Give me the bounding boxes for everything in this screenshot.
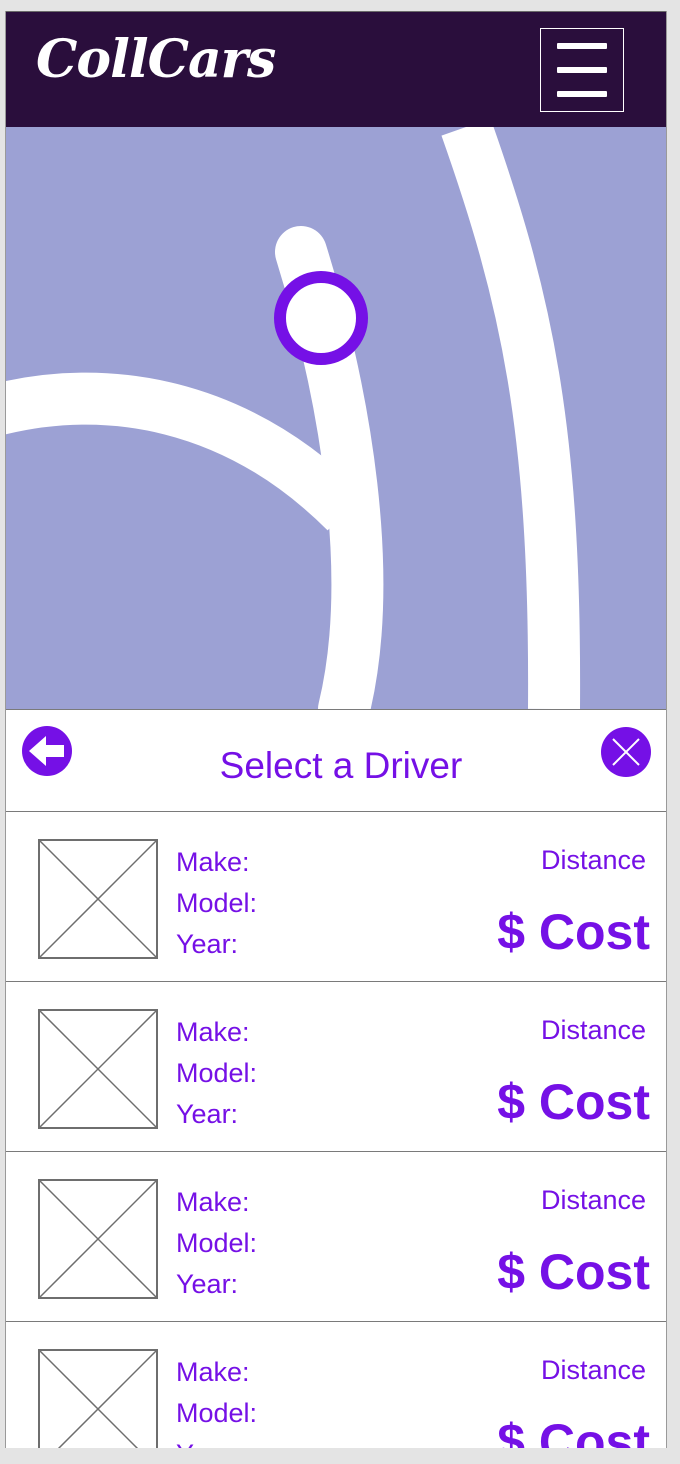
model-label: Model: — [176, 1398, 258, 1428]
app-screen: CollCars Select a Driver Make: Model: Ye… — [5, 11, 667, 1448]
driver-select-panel: Select a Driver Make: Model: Year: Dista… — [6, 709, 666, 1448]
cost-text: $ Cost — [497, 1414, 650, 1448]
make-label: Make: — [176, 1187, 250, 1217]
year-label: Year: — [176, 1099, 239, 1129]
road-left — [6, 372, 365, 531]
driver-list-item[interactable]: Make: Model: Year: Distance $ Cost — [6, 1152, 666, 1322]
make-label: Make: — [176, 1017, 250, 1047]
close-icon — [612, 738, 640, 766]
distance-text: Distance — [540, 1355, 646, 1385]
image-placeholder-icon — [38, 1009, 158, 1129]
year-label: Year: — [176, 1434, 257, 1448]
hamburger-menu-button[interactable] — [540, 28, 624, 112]
app-header: CollCars — [6, 11, 666, 127]
distance-text: Distance — [540, 845, 646, 875]
year-label: Year: — [176, 929, 239, 959]
location-marker-icon[interactable] — [274, 271, 368, 365]
image-placeholder-icon — [38, 1349, 158, 1448]
vehicle-specs: Make: Model: Year: — [176, 842, 257, 965]
driver-list-item[interactable]: Make: Model: Year: Distance $ Cost — [6, 982, 666, 1152]
vehicle-specs: Make: Model: Year: — [176, 1352, 257, 1448]
cost-text: $ Cost — [497, 1074, 650, 1130]
close-button[interactable] — [601, 727, 651, 777]
panel-header: Select a Driver — [6, 710, 666, 812]
driver-list: Make: Model: Year: Distance $ Cost Make:… — [6, 812, 666, 1448]
distance-text: Distance — [540, 1015, 646, 1045]
driver-list-item[interactable]: Make: Model: Year: Distance $ Cost — [6, 1322, 666, 1448]
year-label: Year: — [176, 1269, 239, 1299]
image-placeholder-icon — [38, 1179, 158, 1299]
map-view[interactable] — [6, 127, 666, 709]
image-placeholder-icon — [38, 839, 158, 959]
vehicle-specs: Make: Model: Year: — [176, 1012, 257, 1135]
distance-text: Distance — [540, 1185, 646, 1215]
cost-text: $ Cost — [497, 904, 650, 960]
panel-title: Select a Driver — [219, 745, 463, 786]
vehicle-specs: Make: Model: Year: — [176, 1182, 257, 1305]
cost-text: $ Cost — [497, 1244, 650, 1300]
make-label: Make: — [176, 1357, 250, 1387]
make-label: Make: — [176, 847, 250, 877]
map-roads — [6, 127, 581, 709]
road-right — [441, 127, 581, 709]
driver-list-item[interactable]: Make: Model: Year: Distance $ Cost — [6, 812, 666, 982]
model-label: Model: — [176, 1228, 258, 1258]
model-label: Model: — [176, 1058, 258, 1088]
app-logo[interactable]: CollCars — [36, 34, 276, 86]
model-label: Model: — [176, 888, 258, 918]
hamburger-icon — [557, 43, 607, 49]
